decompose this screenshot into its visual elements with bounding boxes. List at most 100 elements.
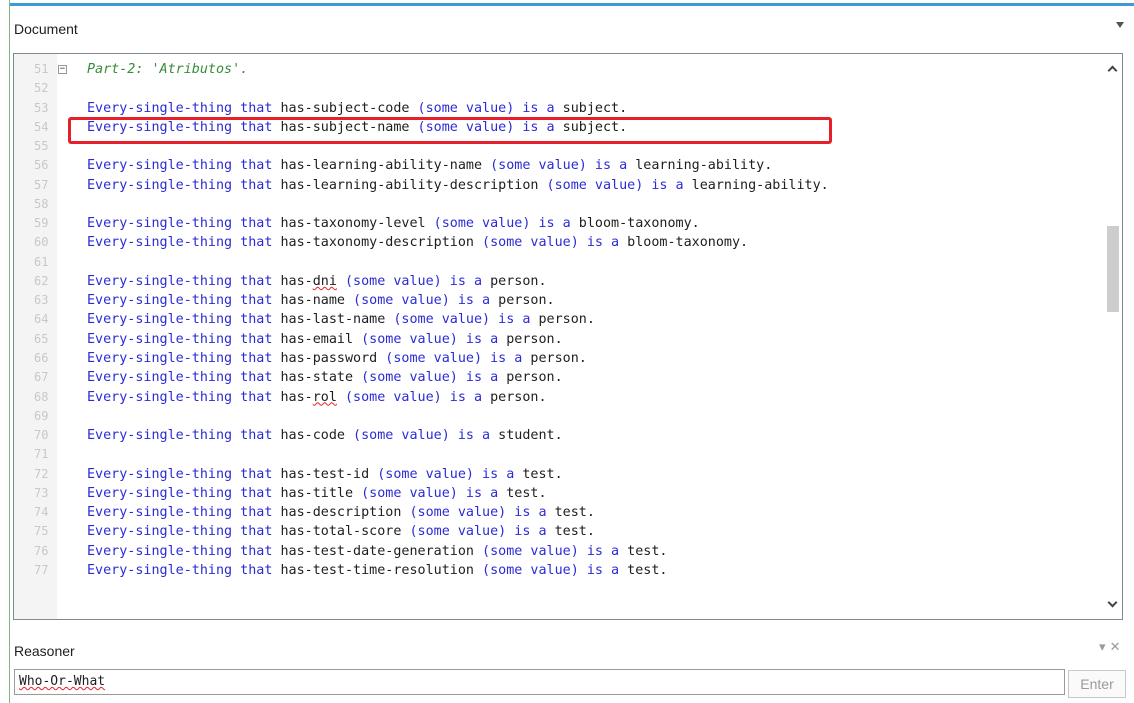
code-token: Every-single-thing that [87, 158, 281, 174]
code-text: Every-single-thing that has-state (some … [87, 368, 563, 387]
code-token: has-name [280, 293, 354, 309]
code-token: (some value) is a [490, 158, 636, 174]
code-token: (some value) is a [417, 100, 563, 116]
code-line[interactable]: 70 Every-single-thing that has-code (some… [14, 426, 1122, 445]
code-token: test. [554, 524, 595, 540]
scroll-down-icon[interactable] [1107, 597, 1118, 608]
code-token: person. [538, 312, 595, 328]
code-token: person. [506, 370, 563, 386]
code-token: test. [554, 505, 595, 521]
highlight-box [68, 117, 832, 144]
panel-controls[interactable]: ▾ ✕ [1099, 640, 1121, 655]
code-token: Every-single-thing that [87, 235, 281, 251]
code-token: Every-single-thing that [87, 485, 281, 501]
code-token: Every-single-thing that [87, 389, 281, 405]
code-line[interactable]: 72 Every-single-thing that has-test-id (s… [14, 465, 1122, 484]
code-line[interactable]: 53 Every-single-thing that has-subject-co… [14, 99, 1122, 118]
code-text: Every-single-thing that has-email (some … [87, 330, 563, 349]
line-number: 54 [34, 119, 49, 134]
fold-collapse-icon[interactable]: − [58, 65, 67, 74]
code-token: person. [530, 350, 587, 366]
top-accent-bar [10, 0, 1134, 6]
code-line[interactable]: 75 Every-single-thing that has-total-scor… [14, 522, 1122, 541]
line-number: 68 [34, 389, 49, 404]
code-token: (some value) is a [482, 543, 628, 559]
code-token: (some value) is a [361, 370, 507, 386]
code-token: has-taxonomy-description [280, 235, 483, 251]
code-text: Every-single-thing that has-dni (some va… [87, 272, 547, 291]
code-token: Every-single-thing that [87, 293, 281, 309]
code-line[interactable]: 57 Every-single-thing that has-learning-a… [14, 176, 1122, 195]
code-line[interactable]: 77 Every-single-thing that has-test-time-… [14, 561, 1122, 580]
code-line[interactable]: 59 Every-single-thing that has-taxonomy-l… [14, 214, 1122, 233]
line-number: 60 [34, 235, 49, 250]
line-number: 69 [34, 408, 49, 423]
code-text: Every-single-thing that has-taxonomy-lev… [87, 214, 700, 233]
line-number: 76 [34, 543, 49, 558]
line-number: 58 [34, 196, 49, 211]
line-number: 55 [34, 139, 49, 154]
code-line[interactable]: 60 Every-single-thing that has-taxonomy-d… [14, 233, 1122, 252]
code-token: Every-single-thing that [87, 505, 281, 521]
code-text: Every-single-thing that has-taxonomy-des… [87, 233, 748, 252]
code-token: (some value) is a [361, 331, 507, 347]
code-token: Every-single-thing that [87, 177, 281, 193]
code-token: rol [312, 389, 337, 405]
code-text: Every-single-thing that has-rol (some va… [87, 388, 547, 407]
code-text: Every-single-thing that has-title (some … [87, 484, 547, 503]
code-token: (some value) is a [482, 562, 628, 578]
code-line[interactable]: 61 [14, 253, 1122, 272]
code-text: Every-single-thing that has-test-id (som… [87, 465, 563, 484]
code-line[interactable]: 74 Every-single-thing that has-descriptio… [14, 503, 1122, 522]
code-line[interactable]: 56 Every-single-thing that has-learning-a… [14, 156, 1122, 175]
code-token: (some value) is a [409, 505, 555, 521]
code-line[interactable]: 52 [14, 79, 1122, 98]
code-token: Every-single-thing that [87, 100, 281, 116]
code-token: Every-single-thing that [87, 312, 281, 328]
code-token: Every-single-thing that [87, 370, 281, 386]
code-token: student. [498, 428, 563, 444]
code-text: Every-single-thing that has-name (some v… [87, 291, 555, 310]
code-text: Part-2: 'Atributos'. [87, 60, 248, 79]
line-number: 77 [34, 562, 49, 577]
code-text: Every-single-thing that has-learning-abi… [87, 156, 772, 175]
code-line[interactable]: 73 Every-single-thing that has-title (som… [14, 484, 1122, 503]
code-line[interactable]: 76 Every-single-thing that has-test-date-… [14, 542, 1122, 561]
chevron-down-icon[interactable] [1116, 22, 1124, 28]
line-number: 56 [34, 158, 49, 173]
line-number: 75 [34, 524, 49, 539]
code-token: bloom-taxonomy. [578, 216, 700, 232]
code-token: (some value) is a [409, 524, 555, 540]
code-token: (some value) is a [482, 235, 628, 251]
code-line[interactable]: 58 [14, 195, 1122, 214]
code-line[interactable]: 66 Every-single-thing that has-password (… [14, 349, 1122, 368]
code-token: has-subject-code [280, 100, 418, 116]
code-line[interactable]: 68 Every-single-thing that has-rol (some … [14, 388, 1122, 407]
code-line[interactable]: 69 [14, 407, 1122, 426]
code-line[interactable]: 71 [14, 445, 1122, 464]
code-token: has-last-name [280, 312, 394, 328]
scroll-up-icon[interactable] [1107, 65, 1118, 76]
code-token: learning-ability. [635, 158, 773, 174]
enter-button[interactable]: Enter [1068, 670, 1126, 698]
code-line[interactable]: 65 Every-single-thing that has-email (som… [14, 330, 1122, 349]
reasoner-query-input[interactable]: Who-Or-What [14, 669, 1065, 695]
code-token: dni [312, 273, 337, 289]
vertical-scrollbar[interactable] [1104, 54, 1122, 619]
line-number: 67 [34, 370, 49, 385]
document-panel-title: Document [14, 21, 78, 37]
line-number: 57 [34, 177, 49, 192]
code-line[interactable]: 62 Every-single-thing that has-dni (some … [14, 272, 1122, 291]
code-token: test. [522, 466, 563, 482]
code-token: Every-single-thing that [87, 428, 281, 444]
line-number: 64 [34, 312, 49, 327]
code-line[interactable]: 63 Every-single-thing that has-name (some… [14, 291, 1122, 310]
code-token: test. [627, 562, 668, 578]
reasoner-panel-title: Reasoner [14, 643, 75, 659]
code-line[interactable]: 51− Part-2: 'Atributos'. [14, 60, 1122, 79]
code-line[interactable]: 64 Every-single-thing that has-last-name … [14, 310, 1122, 329]
code-token: has-test-id [280, 466, 378, 482]
scrollbar-thumb[interactable] [1107, 226, 1119, 312]
code-line[interactable]: 67 Every-single-thing that has-state (som… [14, 368, 1122, 387]
